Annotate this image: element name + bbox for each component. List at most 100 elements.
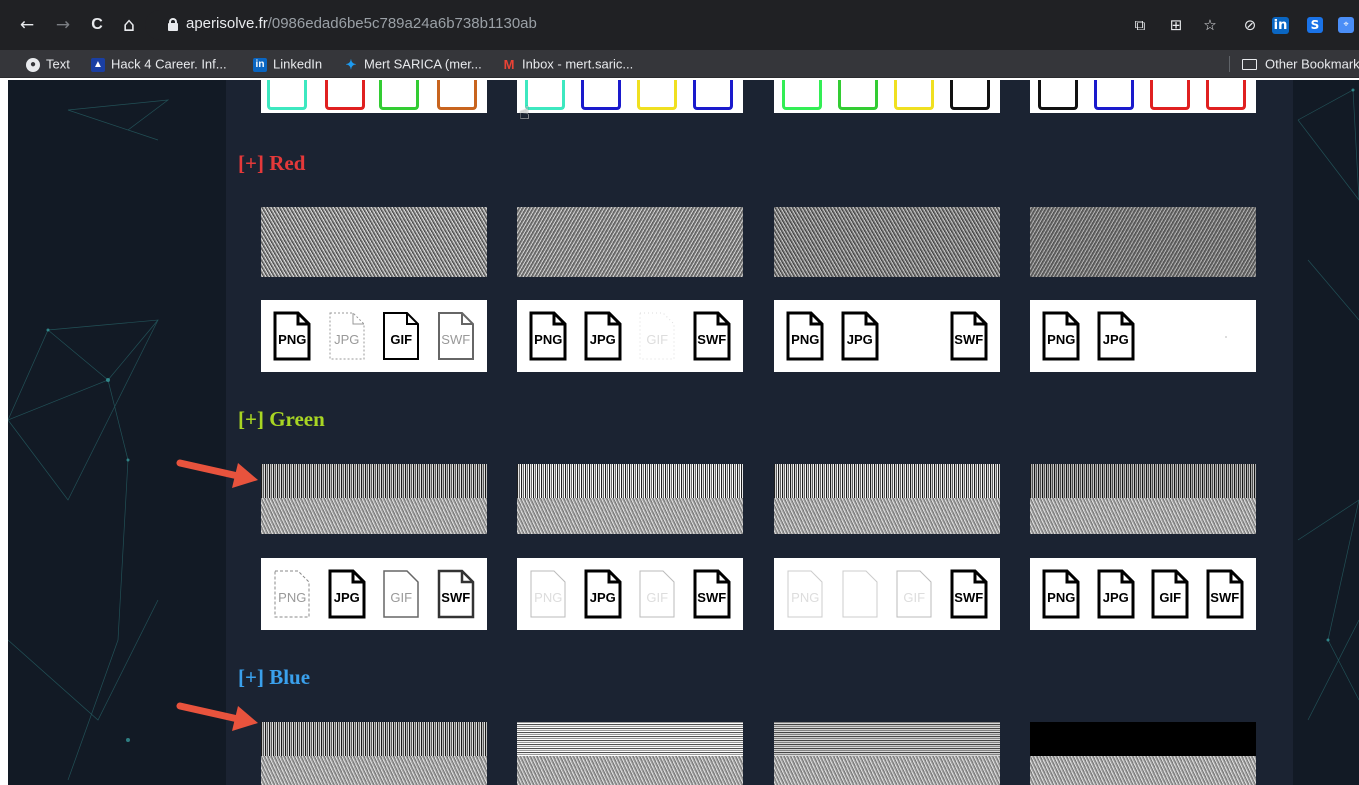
page-left-border	[0, 80, 8, 785]
green-title-text: [+] Green	[238, 407, 325, 431]
bookmark-hack4career[interactable]: ▲ Hack 4 Career. Inf...	[91, 55, 227, 73]
jpg-file-icon: JPG	[583, 311, 623, 361]
results-panel	[226, 80, 1293, 785]
gif-file-icon: GIF	[894, 569, 934, 619]
url-text[interactable]: aperisolve.fr/0986edad6be5c789a24a6b738b…	[186, 14, 537, 34]
red-title-text: [+] Red	[238, 151, 306, 175]
hand-cursor-icon: ☝	[519, 103, 530, 124]
jpg-file-icon: JPG	[840, 311, 880, 361]
forward-icon[interactable]: →	[54, 16, 72, 34]
image-tile[interactable]	[774, 464, 1000, 534]
image-tile[interactable]	[261, 722, 487, 785]
url-path: /0986edad6be5c789a24a6b738b1130ab	[267, 15, 537, 32]
hack4career-icon: ▲	[91, 57, 105, 72]
image-tile[interactable]	[1030, 207, 1256, 277]
bookmark-separator	[1229, 56, 1230, 72]
gif-file-icon: GIF	[381, 569, 421, 619]
png-file-icon: PNG	[272, 569, 312, 619]
png-file-icon: PNG	[528, 569, 568, 619]
image-tile[interactable]: PNG JPG GIF SWF	[261, 558, 487, 630]
image-tile[interactable]	[517, 722, 743, 785]
other-bookmarks-label: Other Bookmarks	[1265, 56, 1359, 72]
apps-icon[interactable]: ⊞	[1166, 15, 1186, 35]
gif-file-icon: GIF	[637, 569, 677, 619]
png-file-icon: PNG	[528, 311, 568, 361]
image-tile[interactable]	[517, 464, 743, 534]
folder-icon	[1242, 59, 1257, 71]
image-tile[interactable]: PNG JPG GIF SWF	[1030, 558, 1256, 630]
image-tile[interactable]	[774, 80, 1000, 113]
png-file-icon: PNG	[1041, 569, 1081, 619]
bookmark-label: Inbox - mert.saric...	[522, 56, 634, 72]
image-tile[interactable]: PNG JPG GIF SWF	[517, 300, 743, 372]
gif-file-icon: GIF	[1150, 569, 1190, 619]
png-file-icon: PNG	[785, 311, 825, 361]
bookmark-inbox[interactable]: M Inbox - mert.saric...	[502, 55, 634, 73]
swf-file-icon: SWF	[949, 311, 989, 361]
bookmark-label: Mert SARICA (mer...	[364, 56, 482, 72]
globe-icon: ●	[26, 57, 40, 72]
image-tile[interactable]	[1030, 722, 1256, 785]
s-extension-icon[interactable]: S	[1307, 17, 1323, 33]
image-tile[interactable]: PNG JPG GIF SWF	[261, 300, 487, 372]
swf-file-icon: SWF	[949, 569, 989, 619]
image-tile[interactable]	[261, 464, 487, 534]
reload-icon[interactable]: C	[88, 16, 106, 34]
browser-toolbar: ← → C ⌂ aperisolve.fr/0986edad6be5c789a2…	[0, 0, 1359, 50]
bookmark-twitter[interactable]: ✦ Mert SARICA (mer...	[344, 55, 482, 73]
swf-file-icon: SWF	[1205, 311, 1245, 361]
cast-icon[interactable]: ⧉	[1130, 15, 1150, 35]
page	[8, 80, 1359, 785]
swf-file-icon: SWF	[436, 569, 476, 619]
jpg-file-icon: JPG	[1096, 569, 1136, 619]
image-tile[interactable]	[261, 80, 487, 113]
image-tile[interactable]: PNG JPG GIF SWF	[517, 558, 743, 630]
other-bookmarks[interactable]: Other Bookmarks	[1242, 55, 1359, 73]
png-file-icon: PNG	[1041, 311, 1081, 361]
image-tile[interactable]	[774, 207, 1000, 277]
annotation-arrow-icon	[176, 702, 258, 731]
gif-file-icon: GIF	[894, 311, 934, 361]
image-tile[interactable]: PNG JPG GIF SWF	[1030, 300, 1256, 372]
image-tile[interactable]	[774, 722, 1000, 785]
swf-file-icon: SWF	[692, 569, 732, 619]
jpg-file-icon: JPG	[583, 569, 623, 619]
image-tile[interactable]	[261, 207, 487, 277]
image-tile[interactable]: PNG JPG GIF SWF	[774, 300, 1000, 372]
gmail-icon: M	[503, 56, 515, 72]
bookmark-text[interactable]: ● Text	[26, 55, 70, 73]
back-icon[interactable]: ←	[18, 16, 36, 34]
url-host: aperisolve.fr	[186, 15, 268, 32]
image-tile[interactable]	[1030, 464, 1256, 534]
jpg-file-icon: JPG	[1096, 311, 1136, 361]
jpg-file-icon: JPG	[327, 569, 367, 619]
extension-icon[interactable]: ⌖	[1338, 17, 1354, 33]
linkedin-icon: in	[253, 57, 267, 72]
linkedin-extension-icon[interactable]: in	[1272, 17, 1289, 34]
home-icon[interactable]: ⌂	[120, 16, 138, 35]
gif-file-icon: GIF	[381, 311, 421, 361]
jpg-file-icon: JPG	[327, 311, 367, 361]
bookmark-linkedin[interactable]: in LinkedIn	[253, 55, 322, 73]
section-title-blue[interactable]: [+] Blue	[238, 664, 310, 690]
bookmark-star-icon[interactable]: ☆	[1200, 15, 1220, 35]
gif-file-icon: GIF	[1150, 311, 1190, 361]
section-title-green[interactable]: [+] Green	[238, 406, 325, 432]
image-tile[interactable]	[1030, 80, 1256, 113]
image-tile[interactable]: PNG JPG GIF SWF	[774, 558, 1000, 630]
blue-title-text: [+] Blue	[238, 665, 311, 689]
gif-file-icon: GIF	[637, 311, 677, 361]
bookmark-label: Hack 4 Career. Inf...	[111, 56, 227, 72]
lock-icon	[168, 18, 178, 31]
annotation-arrow-icon	[176, 459, 258, 488]
png-file-icon: PNG	[785, 569, 825, 619]
swf-file-icon: SWF	[436, 311, 476, 361]
section-title-red[interactable]: [+] Red	[238, 150, 305, 176]
twitter-icon: ✦	[345, 56, 357, 72]
bookmark-label: LinkedIn	[273, 56, 323, 72]
image-tile[interactable]	[517, 207, 743, 277]
bookmark-label: Text	[46, 56, 70, 72]
image-tile[interactable]	[517, 80, 743, 113]
extension-block-icon[interactable]: ⊘	[1240, 15, 1260, 35]
address-row: ← → C ⌂ aperisolve.fr/0986edad6be5c789a2…	[0, 0, 1359, 50]
